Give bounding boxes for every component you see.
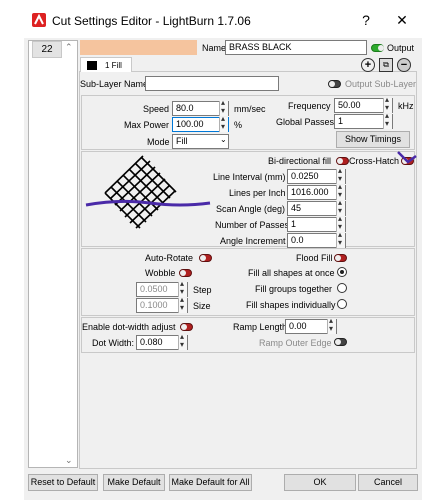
- scan-angle-preview: [85, 155, 211, 229]
- output-sublayer-label: Output Sub-Layer: [345, 79, 417, 89]
- annotation-stroke: [85, 199, 211, 207]
- dot-width-spinner[interactable]: [178, 332, 187, 350]
- layer-color-swatch[interactable]: [80, 40, 197, 55]
- dot-width-enable-label: Enable dot-width adjust: [82, 322, 176, 332]
- fill-individually-radio[interactable]: [337, 299, 347, 309]
- angle-increment-label: Angle Increment: [220, 236, 286, 246]
- ramp-length-label: Ramp Length: [233, 322, 288, 332]
- chevron-down-icon[interactable]: ⌄: [220, 135, 227, 144]
- line-interval-label: Line Interval (mm): [213, 172, 286, 182]
- frequency-label: Frequency: [288, 101, 331, 111]
- app-icon: [32, 13, 46, 27]
- max-power-label: Max Power: [124, 120, 170, 130]
- ok-button[interactable]: OK: [284, 474, 356, 491]
- layer-list[interactable]: [28, 40, 78, 468]
- sublayer-name-label: Sub-Layer Name: [80, 79, 149, 89]
- auto-rotate-label: Auto-Rotate: [145, 253, 194, 263]
- frequency-unit: kHz: [398, 101, 414, 111]
- lines-per-inch-label: Lines per Inch: [229, 188, 286, 198]
- size-label: Size: [193, 301, 211, 311]
- mode-label: Mode: [147, 137, 170, 147]
- global-passes-label: Global Passes: [276, 117, 335, 127]
- fill-groups-radio[interactable]: [337, 283, 347, 293]
- sublayer-name-input[interactable]: [145, 76, 279, 91]
- bidirectional-label: Bi-directional fill: [268, 156, 332, 166]
- fill-individually-label: Fill shapes individually: [246, 300, 336, 310]
- fill-all-radio[interactable]: [337, 267, 347, 277]
- output-label: Output: [387, 43, 415, 53]
- tab-fill[interactable]: 1 Fill: [80, 57, 132, 72]
- fill-all-label: Fill all shapes at once: [248, 268, 335, 278]
- scroll-down-icon[interactable]: ⌄: [65, 455, 73, 466]
- scan-angle-label: Scan Angle (deg): [216, 204, 286, 214]
- wobble-label: Wobble: [145, 268, 176, 278]
- output-sublayer-toggle[interactable]: [328, 80, 341, 88]
- make-default-button[interactable]: Make Default: [103, 474, 165, 491]
- wobble-toggle[interactable]: [179, 269, 192, 277]
- help-button[interactable]: ?: [356, 10, 376, 30]
- tab-fill-label: 1 Fill: [105, 61, 122, 70]
- max-power-spinner[interactable]: [219, 114, 228, 132]
- crosshatch-label: Cross-Hatch: [349, 156, 400, 166]
- reset-default-button[interactable]: Reset to Default: [28, 474, 98, 491]
- global-passes-spinner[interactable]: [383, 111, 392, 129]
- copy-sublayer-icon[interactable]: ⧉: [379, 58, 393, 72]
- speed-unit: mm/sec: [234, 104, 266, 114]
- output-toggle[interactable]: [371, 44, 384, 52]
- layer-name-input[interactable]: BRASS BLACK: [225, 40, 367, 55]
- step-label: Step: [193, 285, 212, 295]
- close-button[interactable]: ✕: [392, 10, 412, 30]
- name-label: Name: [202, 43, 227, 53]
- layer-number[interactable]: 22: [32, 41, 62, 58]
- ramp-length-spinner[interactable]: [327, 316, 336, 334]
- max-power-unit: %: [234, 120, 243, 130]
- ramp-outer-label: Ramp Outer Edge: [259, 338, 332, 348]
- make-default-all-button[interactable]: Make Default for All: [169, 474, 252, 491]
- cancel-button[interactable]: Cancel: [358, 474, 418, 491]
- sublayer-color-icon: [87, 61, 97, 70]
- flood-fill-label: Flood Fill: [296, 253, 333, 263]
- fill-groups-label: Fill groups together: [255, 284, 333, 294]
- remove-sublayer-icon[interactable]: −: [397, 58, 411, 72]
- auto-rotate-toggle[interactable]: [199, 254, 212, 262]
- scroll-up-icon[interactable]: ⌃: [65, 42, 73, 53]
- annotation-check: [397, 151, 417, 164]
- dot-width-toggle[interactable]: [180, 323, 193, 331]
- speed-label: Speed: [143, 104, 170, 114]
- flood-fill-toggle[interactable]: [334, 254, 347, 262]
- add-sublayer-icon[interactable]: +: [361, 58, 375, 72]
- show-timings-button[interactable]: Show Timings: [336, 131, 410, 148]
- num-passes-label: Number of Passes: [215, 220, 290, 230]
- window-title: Cut Settings Editor - LightBurn 1.7.06: [52, 14, 251, 28]
- bidirectional-toggle[interactable]: [336, 157, 349, 165]
- ramp-outer-toggle[interactable]: [334, 338, 347, 346]
- wobble-size-spinner[interactable]: [178, 295, 187, 313]
- angle-increment-spinner[interactable]: [336, 230, 345, 248]
- dot-width-label: Dot Width:: [92, 338, 135, 348]
